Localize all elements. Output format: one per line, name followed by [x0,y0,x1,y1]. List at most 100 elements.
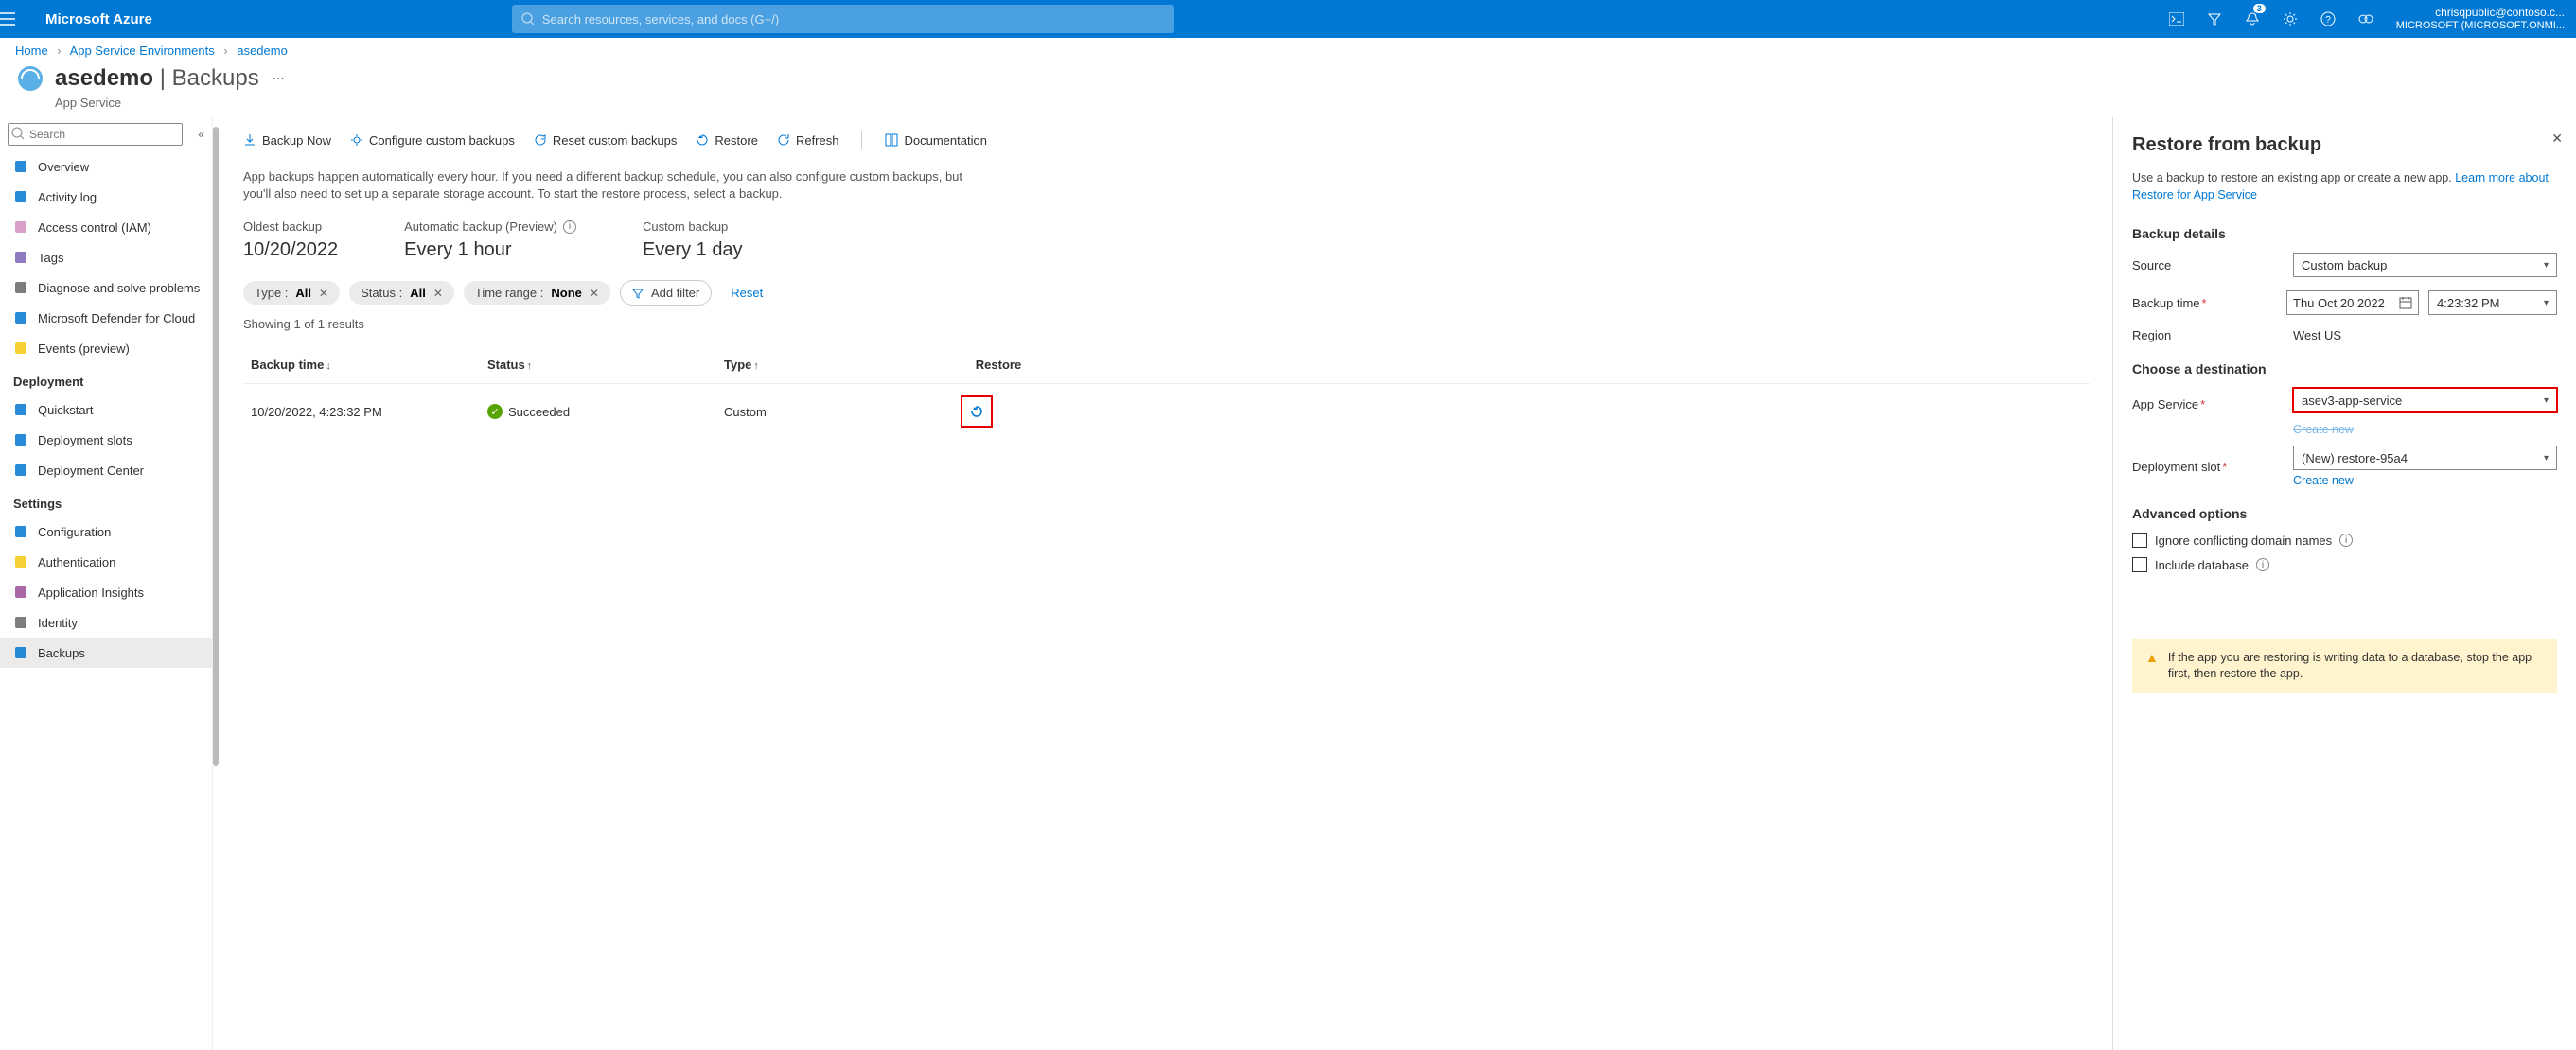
search-icon [11,127,25,140]
bulb-icon [13,585,28,600]
notifications-icon[interactable]: 3 [2233,0,2271,38]
filter-time-pill[interactable]: Time range : None ✕ [464,281,610,305]
cloud-shell-icon[interactable] [2158,0,2196,38]
ignore-domains-checkbox[interactable] [2132,533,2147,548]
col-header-type[interactable]: Type↑ [724,358,961,372]
restore-icon [696,133,709,147]
sidebar-item-label: Configuration [38,525,111,539]
resource-type-label: App Service [0,96,2576,110]
rocket-icon [13,402,28,417]
book-icon [885,133,898,147]
id-icon [13,615,28,630]
page-subtitle: Backups [172,65,259,91]
close-icon[interactable]: ✕ [433,287,443,300]
sidebar-item-quickstart[interactable]: Quickstart [0,394,212,425]
slot-select[interactable]: (New) restore-95a4 ▾ [2293,446,2557,470]
cloud-icon [13,463,28,478]
backup-time-select[interactable]: 4:23:32 PM ▾ [2428,290,2557,315]
sidebar-item-access-control-iam-[interactable]: Access control (IAM) [0,212,212,242]
search-icon [521,12,535,26]
sidebar-search-input[interactable] [8,123,183,146]
sidebar-item-label: Deployment slots [38,433,132,447]
auto-backup-value: Every 1 hour [404,239,576,261]
account-menu[interactable]: chrisqpublic@contoso.c... MICROSOFT (MIC… [2385,6,2576,32]
sidebar-item-label: Application Insights [38,586,144,600]
filter-icon[interactable] [2196,0,2233,38]
feedback-icon[interactable] [2347,0,2385,38]
sidebar-item-label: Backups [38,646,85,660]
info-icon[interactable]: i [563,220,576,234]
sidebar-item-label: Diagnose and solve problems [38,281,200,295]
source-select[interactable]: Custom backup ▾ [2293,253,2557,277]
backup-date-picker[interactable]: Thu Oct 20 2022 [2286,290,2419,315]
calendar-icon [2399,296,2412,309]
sliders-icon [13,524,28,539]
sidebar-item-label: Tags [38,251,63,265]
auto-backup-label: Automatic backup (Preview) [404,219,557,234]
add-filter-button[interactable]: Add filter [620,280,712,306]
cell-status: ✓Succeeded [487,404,724,419]
sidebar-item-label: Authentication [38,555,115,569]
table-row[interactable]: 10/20/2022, 4:23:32 PM✓SucceededCustom [243,383,2090,439]
create-new-slot-link[interactable]: Create new [2293,474,2557,487]
breadcrumb-level1[interactable]: App Service Environments [70,44,215,58]
configure-backups-button[interactable]: Configure custom backups [350,133,515,148]
filter-icon [632,288,644,299]
col-header-time[interactable]: Backup time↓ [251,358,487,372]
more-actions-button[interactable]: ⋯ [273,71,285,86]
reset-filters-link[interactable]: Reset [731,286,763,300]
ignore-domains-label: Ignore conflicting domain names [2155,534,2332,548]
account-tenant: MICROSOFT (MICROSOFT.ONMI... [2396,19,2565,32]
shield-icon [13,310,28,325]
brand-label[interactable]: Microsoft Azure [45,11,190,27]
sidebar-item-authentication[interactable]: Authentication [0,547,212,577]
sidebar-item-identity[interactable]: Identity [0,607,212,638]
restore-button[interactable]: Restore [696,133,758,148]
include-database-checkbox[interactable] [2132,557,2147,572]
sidebar-item-deployment-center[interactable]: Deployment Center [0,455,212,485]
log-icon [13,189,28,204]
custom-backup-value: Every 1 day [643,239,743,261]
sidebar-item-overview[interactable]: Overview [0,151,212,182]
sidebar-item-label: Identity [38,616,78,630]
sidebar-item-diagnose-and-solve-problems[interactable]: Diagnose and solve problems [0,272,212,303]
refresh-icon [777,133,790,147]
info-icon[interactable]: i [2256,558,2269,571]
breadcrumb-level2[interactable]: asedemo [237,44,287,58]
refresh-button[interactable]: Refresh [777,133,839,148]
collapse-sidebar-button[interactable]: « [198,128,204,141]
col-header-status[interactable]: Status↑ [487,358,724,372]
hamburger-menu[interactable] [0,12,45,26]
backup-now-button[interactable]: Backup Now [243,133,331,148]
help-icon[interactable]: ? [2309,0,2347,38]
sidebar-item-application-insights[interactable]: Application Insights [0,577,212,607]
filter-status-pill[interactable]: Status : All ✕ [349,281,454,305]
documentation-link[interactable]: Documentation [885,133,986,148]
reset-backups-button[interactable]: Reset custom backups [534,133,678,148]
sidebar-item-events-preview-[interactable]: Events (preview) [0,333,212,363]
key-icon [13,554,28,569]
sidebar-item-deployment-slots[interactable]: Deployment slots [0,425,212,455]
cell-backup-time: 10/20/2022, 4:23:32 PM [251,405,487,419]
refresh-icon [534,133,547,147]
sidebar-group-label: Settings [0,485,212,516]
breadcrumb-home[interactable]: Home [15,44,48,58]
sidebar-item-tags[interactable]: Tags [0,242,212,272]
sidebar-item-backups[interactable]: Backups [0,638,212,668]
sidebar-item-activity-log[interactable]: Activity log [0,182,212,212]
filter-type-pill[interactable]: Type : All ✕ [243,281,340,305]
sidebar-item-configuration[interactable]: Configuration [0,516,212,547]
sidebar-item-microsoft-defender-for-cloud[interactable]: Microsoft Defender for Cloud [0,303,212,333]
section-backup-details: Backup details [2132,226,2557,241]
appservice-select[interactable]: asev3-app-service ▾ [2293,388,2557,412]
info-icon[interactable]: i [2339,534,2353,547]
settings-icon[interactable] [2271,0,2309,38]
oldest-backup-label: Oldest backup [243,219,338,234]
close-icon[interactable]: ✕ [590,287,599,300]
close-icon[interactable]: ✕ [319,287,328,300]
global-search[interactable]: Search resources, services, and docs (G+… [512,5,1174,33]
close-panel-button[interactable]: ✕ [2551,131,2563,147]
row-restore-button[interactable] [961,395,993,428]
sidebar-item-label: Activity log [38,190,97,204]
results-count: Showing 1 of 1 results [243,317,2090,331]
